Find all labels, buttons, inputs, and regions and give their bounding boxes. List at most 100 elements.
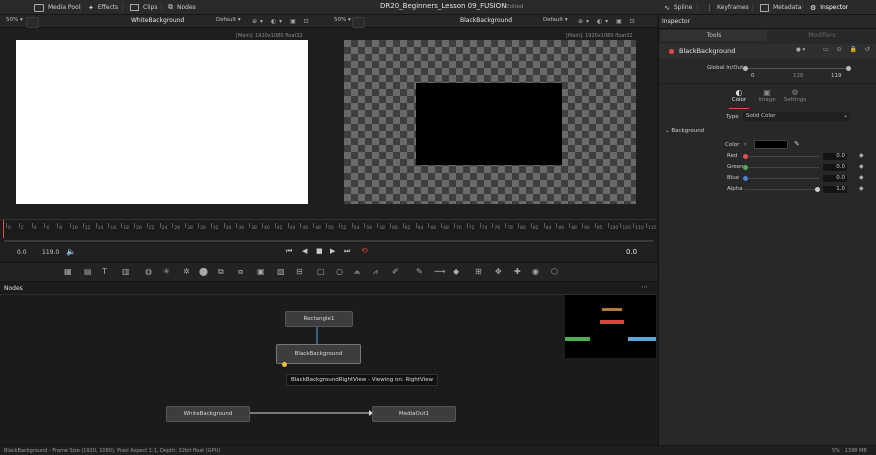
left-preset-dropdown[interactable]: Default ▾ [216, 17, 241, 23]
effects-button[interactable]: ✦ Effects [88, 0, 118, 15]
tool-icon[interactable]: ⧈ [238, 267, 243, 277]
tool-icon[interactable]: ◍ [145, 267, 152, 276]
channel-knob-red[interactable] [743, 154, 748, 159]
tool-icon[interactable]: ⬡ [551, 267, 558, 276]
tool-icon[interactable]: ◆ [453, 267, 459, 276]
clips-button[interactable]: Clips [130, 0, 157, 15]
channel-knob-green[interactable] [743, 165, 748, 170]
add-keyframe-icon[interactable]: ◆ [859, 152, 864, 159]
inspector-panel: Inspector Tools Modifiers BlackBackgroun… [658, 15, 876, 445]
node-minimap[interactable] [565, 295, 656, 358]
channel-slider-blue[interactable] [745, 178, 819, 179]
tool-icon[interactable]: ⟿ [434, 267, 445, 276]
media-pool-button[interactable]: Media Pool [34, 0, 80, 15]
node-mediaout1[interactable]: MediaOut1 [372, 406, 456, 422]
tool-icon[interactable]: ▥ [122, 267, 130, 276]
subtab-color[interactable]: ◐ Color [729, 88, 749, 103]
playhead[interactable] [3, 220, 4, 238]
inout-end-handle[interactable] [846, 66, 851, 71]
left-viewer-tool-icons[interactable]: ⊕▾ ◐▾ ▣ ⊡ [252, 18, 312, 25]
tool-icon[interactable]: ⊟ [296, 267, 303, 276]
node-rectangle1[interactable]: Rectangle1 [285, 311, 353, 327]
inout-end-value[interactable]: 119 [831, 73, 842, 79]
tab-modifiers[interactable]: Modifiers [769, 30, 875, 41]
tool-icon[interactable]: ✚ [514, 267, 521, 276]
audio-icon[interactable]: 🔈 [66, 247, 76, 256]
tool-icon[interactable]: ▦ [64, 267, 72, 276]
tool-icon[interactable]: ✎ [416, 267, 423, 276]
node-color-dot[interactable] [669, 49, 674, 54]
subtab-image[interactable]: ▣ Image [757, 88, 777, 103]
node-whitebackground[interactable]: WhiteBackground [166, 406, 250, 422]
tool-icon[interactable]: ✥ [495, 267, 502, 276]
type-dropdown[interactable]: Solid Color ⌄ [743, 112, 851, 121]
channel-value-blue[interactable]: 0.0 [823, 175, 847, 182]
channel-slider-alpha[interactable] [745, 189, 819, 190]
right-viewer-options-button[interactable] [352, 17, 365, 28]
stop-icon[interactable]: ■ [316, 247, 323, 255]
channel-value-alpha[interactable]: 1.0 [823, 186, 847, 193]
eyedropper-icon[interactable]: ✎ [794, 140, 800, 148]
tool-icon[interactable]: ▤ [84, 267, 92, 276]
go-to-end-icon[interactable]: ⏭ [344, 247, 350, 256]
tool-icon[interactable]: ◉ [532, 267, 539, 276]
timeline-ruler[interactable]: 0 2 4 6 8 10 12 14 16 18 20 22 24 26 28 30 32 34 36 38 40 42 4… [0, 219, 657, 238]
current-frame-field[interactable]: 0.0 [626, 248, 637, 256]
left-viewer[interactable]: [Main]: 1920x1080 float32 [0, 29, 329, 219]
inout-start-value[interactable]: 0 [751, 73, 755, 79]
node-view-indicator-icon [282, 362, 287, 367]
channel-value-red[interactable]: 0.0 [823, 153, 847, 160]
metadata-button[interactable]: Metadata [760, 0, 801, 15]
tool-icon[interactable]: ▧ [277, 267, 285, 276]
ruler-tick-label: 8 [59, 226, 63, 231]
channel-slider-green[interactable] [745, 167, 819, 168]
start-frame-field[interactable]: 0.0 [17, 249, 27, 256]
nodes-panel[interactable]: Nodes ⋯ Rectangle1 BlackBackground Black… [0, 283, 657, 444]
inout-start-handle[interactable] [743, 66, 748, 71]
tool-icon[interactable]: ⧉ [218, 267, 224, 277]
subtab-settings[interactable]: ⚙ Settings [783, 88, 807, 103]
go-to-start-icon[interactable]: ⏮ [286, 247, 292, 256]
global-inout-slider[interactable] [745, 68, 849, 69]
right-zoom-dropdown[interactable]: 50% ▾ [334, 17, 351, 23]
left-viewer-options-button[interactable] [26, 17, 39, 28]
tool-icon[interactable]: ⩕ [354, 267, 360, 277]
tool-icon[interactable]: ○ [336, 267, 343, 276]
tool-icon[interactable]: ⊞ [475, 267, 482, 276]
spline-button[interactable]: ∿ Spline [664, 0, 692, 15]
channel-slider-red[interactable] [745, 156, 819, 157]
tool-icon[interactable]: T [102, 267, 107, 276]
right-viewer[interactable]: [Main]: 1920x1080 float32 [330, 29, 657, 219]
tool-icon[interactable]: ⩘ [373, 267, 378, 277]
end-frame-field[interactable]: 119.0 [42, 249, 59, 256]
nodes-button[interactable]: ⧉ Nodes [168, 0, 196, 15]
node-blackbackground[interactable]: BlackBackground [276, 344, 361, 364]
tool-icon[interactable]: ▣ [257, 267, 265, 276]
tool-icon[interactable]: ✳ [163, 267, 170, 276]
tool-icon[interactable]: ▢ [317, 267, 325, 276]
node-version-icons[interactable]: ● ▾ [796, 47, 805, 53]
timeline-scrollbar[interactable] [4, 240, 654, 242]
left-zoom-dropdown[interactable]: 50% ▾ [6, 17, 23, 23]
color-expand-icon[interactable]: › [744, 141, 746, 148]
play-icon[interactable]: ▶ [330, 247, 335, 255]
add-keyframe-icon[interactable]: ◆ [859, 163, 864, 170]
add-keyframe-icon[interactable]: ◆ [859, 174, 864, 181]
play-reverse-icon[interactable]: ◀ [302, 247, 307, 255]
color-swatch[interactable] [754, 140, 788, 149]
channel-knob-alpha[interactable] [815, 187, 820, 192]
node-header-icons[interactable]: ▭ ⊙ 🔒 ↺ [823, 46, 873, 53]
tool-icon[interactable]: ✐ [392, 267, 399, 276]
loop-icon[interactable]: ⟲ [361, 246, 368, 255]
right-viewer-tool-icons[interactable]: ⊕▾ ◐▾ ▣ ⊡ [578, 18, 638, 25]
channel-knob-blue[interactable] [743, 176, 748, 181]
inspector-button[interactable]: ⚙ Inspector [810, 0, 848, 15]
background-section-header[interactable]: ⌄ Background [665, 128, 704, 134]
channel-value-green[interactable]: 0.0 [823, 164, 847, 171]
tool-icon[interactable]: ✲ [183, 267, 190, 276]
tool-icon[interactable]: ⬤ [199, 267, 208, 276]
keyframes-button[interactable]: ⋮ Keyframes [706, 0, 749, 15]
add-keyframe-icon[interactable]: ◆ [859, 185, 864, 192]
tab-tools[interactable]: Tools [661, 30, 767, 41]
right-preset-dropdown[interactable]: Default ▾ [543, 17, 568, 23]
